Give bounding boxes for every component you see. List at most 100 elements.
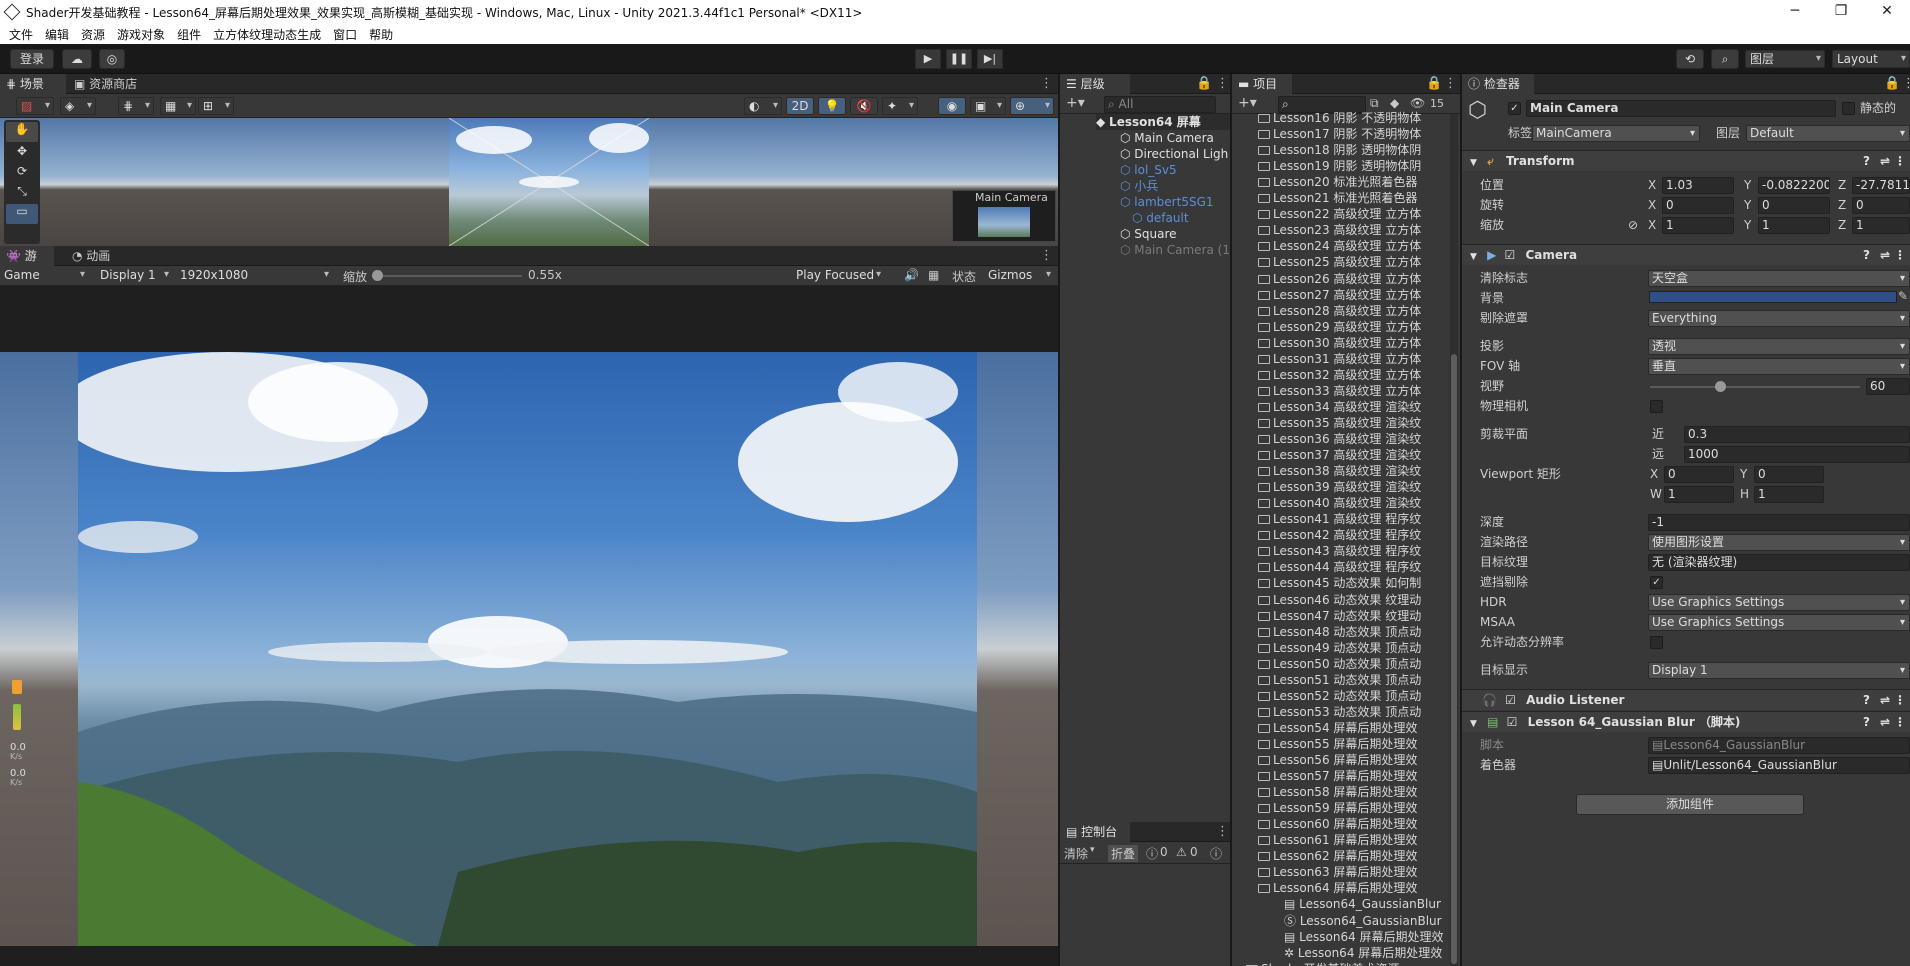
project-folder-item[interactable]: Lesson31 高级纹理 立方体: [1258, 351, 1421, 367]
menu-file[interactable]: 文件: [9, 26, 33, 43]
script-help-icon[interactable]: ?: [1863, 712, 1870, 732]
viewport-w-field[interactable]: 1: [1664, 486, 1734, 503]
error-count-icon[interactable]: ⓘ: [1210, 845, 1222, 862]
hdr-dropdown[interactable]: Use Graphics Settings: [1648, 594, 1910, 611]
project-folder-item[interactable]: Lesson59 屏幕后期处理效: [1258, 800, 1417, 816]
object-name-field[interactable]: Main Camera: [1526, 100, 1836, 117]
projection-dropdown[interactable]: 透视: [1648, 338, 1910, 355]
resolution-dropdown[interactable]: 1920x1080: [176, 267, 332, 285]
menu-assets[interactable]: 资源: [81, 26, 105, 43]
project-folder-item[interactable]: Lesson27 高级纹理 立方体: [1258, 287, 1421, 303]
physical-camera-checkbox[interactable]: [1650, 400, 1663, 413]
project-folder-item[interactable]: Lesson63 屏幕后期处理效: [1258, 864, 1417, 880]
game-menu-icon[interactable]: ⋮: [1040, 248, 1053, 263]
transform-foldout-icon[interactable]: ▼: [1470, 158, 1477, 168]
clear-flags-dropdown[interactable]: 天空盒: [1648, 270, 1910, 287]
project-folder-item[interactable]: Lesson33 高级纹理 立方体: [1258, 383, 1421, 399]
static-checkbox[interactable]: [1842, 102, 1855, 115]
project-folder-item[interactable]: Lesson45 动态效果 如何制: [1258, 575, 1421, 591]
transform-rot-z-field[interactable]: 0: [1852, 197, 1910, 214]
project-folder-item[interactable]: Lesson21 标准光照着色器: [1258, 190, 1417, 206]
2d-toggle-button[interactable]: 2D: [786, 97, 814, 115]
project-folder-item[interactable]: Lesson52 动态效果 顶点动: [1258, 688, 1421, 704]
effects-dropdown[interactable]: ✦: [882, 97, 918, 115]
viewport-x-field[interactable]: 0: [1664, 466, 1734, 483]
fov-axis-dropdown[interactable]: 垂直: [1648, 358, 1910, 375]
camera-enabled-checkbox[interactable]: ☑: [1505, 248, 1516, 262]
background-color-swatch[interactable]: [1649, 291, 1897, 303]
script-preset-icon[interactable]: ⇌: [1880, 712, 1890, 732]
game-viewport[interactable]: [0, 352, 1058, 946]
warning-count-icon[interactable]: ⚠: [1176, 845, 1187, 859]
project-folder-item[interactable]: Lesson42 高级纹理 程序纹: [1258, 527, 1421, 543]
project-folder-item[interactable]: Lesson34 高级纹理 渲染纹: [1258, 399, 1421, 415]
target-display-dropdown[interactable]: Display 1: [1648, 662, 1910, 679]
inspector-menu-icon[interactable]: ⋮: [1902, 76, 1910, 91]
layer-dropdown[interactable]: Default: [1746, 125, 1910, 142]
constrain-proportions-icon[interactable]: ⊘: [1628, 216, 1638, 234]
console-menu-icon[interactable]: ⋮: [1216, 824, 1229, 839]
lighting-toggle-icon[interactable]: 💡: [818, 97, 846, 115]
camera-preset-icon[interactable]: ⇌: [1880, 245, 1890, 265]
hierarchy-search-input[interactable]: ⌕ All: [1104, 96, 1216, 113]
hierarchy-item[interactable]: ⬡ lol_Sv5: [1120, 162, 1177, 178]
fov-slider-handle[interactable]: [1715, 381, 1726, 392]
depth-field[interactable]: -1: [1648, 514, 1910, 531]
transform-scale-x-field[interactable]: 1: [1662, 217, 1734, 234]
step-button[interactable]: ▶|: [977, 49, 1003, 69]
transform-preset-icon[interactable]: ⇌: [1880, 151, 1890, 171]
scale-slider-handle[interactable]: [372, 270, 383, 281]
tab-project[interactable]: ▬ 项目: [1232, 74, 1292, 94]
play-button[interactable]: ▶: [915, 49, 941, 69]
project-lock-icon[interactable]: 🔒: [1426, 76, 1442, 91]
rect-tool-icon[interactable]: ▭: [6, 204, 38, 224]
maximize-button[interactable]: ❐: [1818, 0, 1864, 24]
history-icon[interactable]: ⟲: [1676, 49, 1704, 69]
shader-field[interactable]: ▤Unlit/Lesson64_GaussianBlur: [1648, 757, 1910, 774]
transform-menu-icon[interactable]: ⋮: [1894, 151, 1906, 171]
project-folder-item[interactable]: Lesson22 高级纹理 立方体: [1258, 206, 1421, 222]
menu-component[interactable]: 组件: [177, 26, 201, 43]
hierarchy-item[interactable]: ⬡ lambert5SG1: [1120, 194, 1214, 210]
increment-dropdown[interactable]: ⊞: [198, 97, 234, 115]
hand-tool-icon[interactable]: ✋: [6, 122, 38, 142]
project-folder-item[interactable]: Lesson30 高级纹理 立方体: [1258, 335, 1421, 351]
clear-dropdown-icon[interactable]: ▾: [1090, 845, 1095, 855]
project-menu-icon[interactable]: ⋮: [1444, 76, 1457, 91]
near-field[interactable]: 0.3: [1684, 426, 1910, 443]
menu-window[interactable]: 窗口: [333, 26, 357, 43]
viewport-h-field[interactable]: 1: [1754, 486, 1824, 503]
project-folder-item[interactable]: Lesson56 屏幕后期处理效: [1258, 752, 1417, 768]
collab-icon[interactable]: ◎: [99, 49, 125, 69]
transform-pos-z-field[interactable]: -27.78111: [1852, 177, 1910, 194]
project-add-icon[interactable]: +▾: [1238, 95, 1257, 111]
tab-asset-store[interactable]: ▣ 资源商店: [68, 74, 146, 94]
layout-dropdown[interactable]: Layout: [1832, 50, 1910, 68]
transform-scale-z-field[interactable]: 1: [1852, 217, 1910, 234]
hierarchy-lock-icon[interactable]: 🔒: [1196, 76, 1212, 91]
mute-audio-icon[interactable]: 🔊: [904, 268, 919, 282]
hierarchy-add-icon[interactable]: +▾: [1066, 95, 1085, 111]
minimize-button[interactable]: ─: [1772, 0, 1818, 24]
script-header[interactable]: ▼ ▤ ☑ Lesson 64_Gaussian Blur （脚本) ? ⇌ ⋮: [1462, 711, 1910, 732]
game-gizmos-dropdown[interactable]: Gizmos: [984, 267, 1054, 285]
project-folder-item[interactable]: Lesson48 动态效果 顶点动: [1258, 624, 1421, 640]
audio-preset-icon[interactable]: ⇌: [1880, 690, 1890, 710]
project-folder-item[interactable]: Lesson64 屏幕后期处理效: [1258, 880, 1417, 896]
render-path-dropdown[interactable]: 使用图形设置: [1648, 534, 1910, 551]
menu-edit[interactable]: 编辑: [45, 26, 69, 43]
scene-viewport[interactable]: ✋ ✥ ⟳ ⤡ ▭ Main Camera: [0, 118, 1058, 246]
project-folder-item[interactable]: Lesson58 屏幕后期处理效: [1258, 784, 1417, 800]
project-folder-item[interactable]: Lesson23 高级纹理 立方体: [1258, 222, 1421, 238]
project-folder-item[interactable]: Lesson28 高级纹理 立方体: [1258, 303, 1421, 319]
project-folder-item[interactable]: Lesson43 高级纹理 程序纹: [1258, 543, 1421, 559]
project-folder-item[interactable]: Lesson32 高级纹理 立方体: [1258, 367, 1421, 383]
tab-game[interactable]: 👾 游戏: [0, 246, 54, 283]
transform-help-icon[interactable]: ?: [1863, 151, 1870, 171]
rotate-tool-icon[interactable]: ⟳: [4, 164, 40, 184]
project-folder-item[interactable]: Lesson61 屏幕后期处理效: [1258, 832, 1417, 848]
project-folder-item[interactable]: Lesson36 高级纹理 渲染纹: [1258, 431, 1421, 447]
script-enabled-checkbox[interactable]: ☑: [1507, 715, 1518, 729]
project-folder-item[interactable]: Lesson16 阴影 不透明物体: [1258, 110, 1421, 126]
project-folder-item[interactable]: Lesson47 动态效果 纹理动: [1258, 608, 1421, 624]
